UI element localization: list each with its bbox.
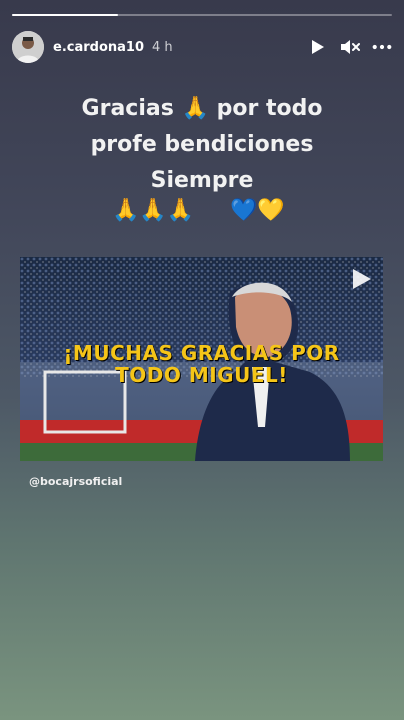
mention-link[interactable]: @bocajrsoficial [29,475,122,488]
more-options-icon[interactable] [372,37,392,57]
caption-text: por todo [216,96,323,121]
post-headline-line-2: TODO MIGUEL! [115,363,288,387]
post-headline-line-1: ¡MUCHAS GRACIAS POR [63,341,340,365]
username[interactable]: e.cardona10 [53,40,144,55]
caption-line-2: profe bendiciones [90,132,314,157]
caption-text: Gracias [81,96,174,121]
pray-emoji: 🙏 [181,96,209,121]
shared-post[interactable]: ¡MUCHAS GRACIAS POR TODO MIGUEL! [20,257,383,461]
caption-line-3: Siempre [150,168,254,193]
post-time: 4 h [152,39,173,55]
story-header: e.cardona10 4 h [12,30,392,64]
hearts-emoji: 💙💛 [230,198,285,223]
pray-emoji-group: 🙏🙏🙏 [112,198,195,223]
post-play-icon[interactable] [351,267,373,295]
caption-line-1: Gracias 🙏 por todo [0,91,404,127]
story-progress-fill [12,14,119,16]
avatar[interactable] [12,31,44,63]
mute-icon[interactable] [340,37,360,57]
story-progress-bar [12,14,392,16]
play-icon[interactable] [308,37,328,57]
